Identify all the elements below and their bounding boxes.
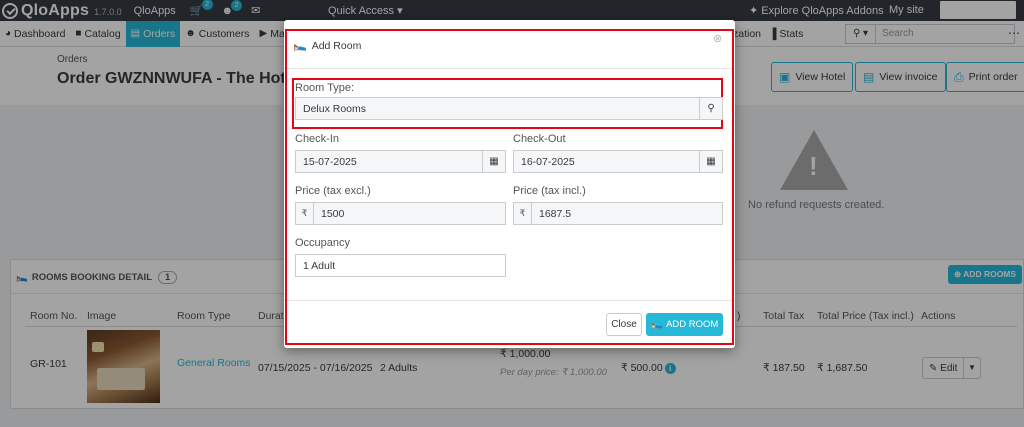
modal-footer-divider <box>284 300 735 301</box>
price-tax-incl-label: Price (tax incl.) <box>513 185 586 197</box>
price-tax-incl-field[interactable]: ₹ 1687.5 <box>513 202 723 225</box>
add-room-modal: 🛌 Add Room ⊗ <box>284 20 735 348</box>
modal-header: 🛌 Add Room ⊗ <box>284 29 735 69</box>
room-type-field[interactable]: Delux Rooms ⚲ <box>295 97 723 120</box>
search-icon[interactable]: ⚲ <box>699 98 722 119</box>
bed-icon: 🛌 <box>293 40 307 52</box>
room-type-input[interactable]: Delux Rooms <box>296 103 699 115</box>
room-type-label: Room Type: <box>295 82 355 94</box>
modal-title-text: Add Room <box>311 39 362 52</box>
check-out-label: Check-Out <box>513 133 566 145</box>
bed-icon: 🛌 <box>650 319 664 330</box>
price-tax-excl-field[interactable]: ₹ 1500 <box>295 202 506 225</box>
rupee-icon: ₹ <box>296 203 314 224</box>
check-in-field[interactable]: 15-07-2025 ▦ <box>295 150 506 173</box>
occupancy-label: Occupancy <box>295 237 351 249</box>
calendar-icon[interactable]: ▦ <box>482 151 505 172</box>
rupee-icon: ₹ <box>514 203 532 224</box>
check-out-field[interactable]: 16-07-2025 ▦ <box>513 150 723 173</box>
price-tax-incl-input[interactable]: 1687.5 <box>532 208 722 220</box>
occupancy-input[interactable]: 1 Adult <box>296 260 505 272</box>
close-icon[interactable]: ⊗ <box>713 32 722 45</box>
check-in-label: Check-In <box>295 133 340 145</box>
modal-title: 🛌 Add Room <box>293 39 362 53</box>
check-in-input[interactable]: 15-07-2025 <box>296 156 482 168</box>
price-tax-excl-label: Price (tax excl.) <box>295 185 371 197</box>
add-room-label: ADD ROOM <box>666 319 719 330</box>
price-tax-excl-input[interactable]: 1500 <box>314 208 505 220</box>
check-out-input[interactable]: 16-07-2025 <box>514 156 699 168</box>
occupancy-field[interactable]: 1 Adult <box>295 254 506 277</box>
close-button[interactable]: Close <box>606 313 642 336</box>
add-room-button[interactable]: 🛌 ADD ROOM <box>646 313 723 336</box>
calendar-icon[interactable]: ▦ <box>699 151 722 172</box>
